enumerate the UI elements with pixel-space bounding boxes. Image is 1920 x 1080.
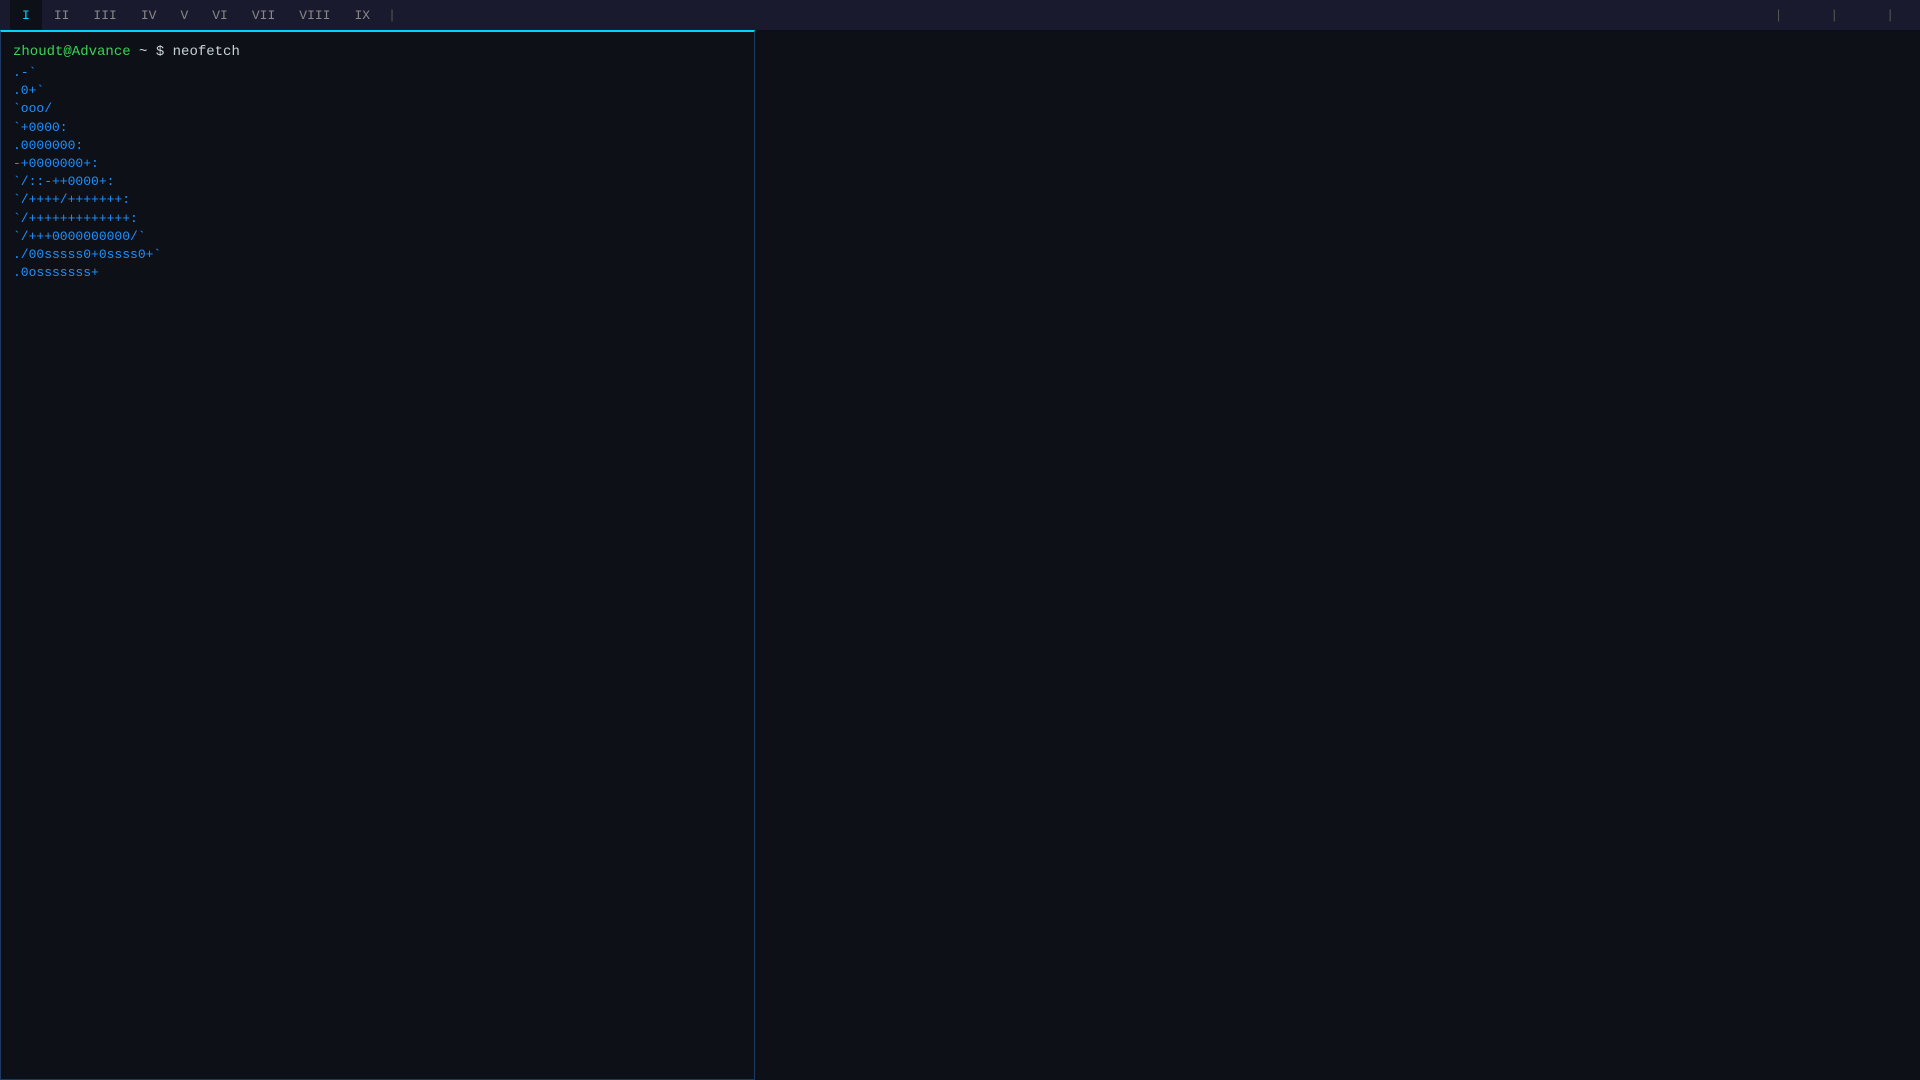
- prompt-1: zhoudt@Advance ~ $ neofetch: [13, 44, 742, 60]
- workspace-1[interactable]: I: [10, 0, 42, 30]
- workspace-7[interactable]: VII: [240, 0, 287, 30]
- workspace-9[interactable]: IX: [342, 0, 382, 30]
- neofetch-output: .-` .0+` `ooo/ `+0000: .0000000: -+00000…: [13, 64, 742, 282]
- topbar: I II III IV V VI VII VIII IX | | | |: [0, 0, 1920, 30]
- workspace-4[interactable]: IV: [129, 0, 169, 30]
- workspace-3[interactable]: III: [81, 0, 128, 30]
- workspace-5[interactable]: V: [168, 0, 200, 30]
- neofetch-art: .-` .0+` `ooo/ `+0000: .0000000: -+00000…: [13, 64, 213, 282]
- workspace-2[interactable]: II: [42, 0, 82, 30]
- topbar-separator: |: [382, 8, 402, 23]
- topbar-status: | | |: [1759, 8, 1910, 23]
- terminal-pane: zhoudt@Advance ~ $ neofetch .-` .0+` `oo…: [0, 30, 755, 1080]
- main-layout: zhoudt@Advance ~ $ neofetch .-` .0+` `oo…: [0, 30, 1920, 1080]
- workspace-8[interactable]: VIII: [287, 0, 342, 30]
- workspace-6[interactable]: VI: [200, 0, 240, 30]
